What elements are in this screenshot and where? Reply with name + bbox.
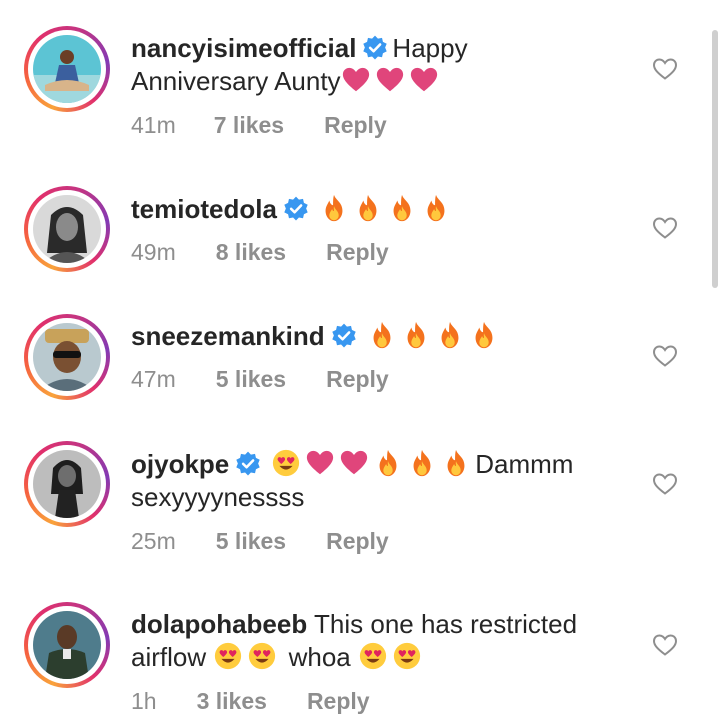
avatar[interactable] <box>24 441 110 527</box>
fire-emoji-icon <box>441 448 471 478</box>
like-heart-icon[interactable] <box>652 633 678 657</box>
likes-count[interactable]: 3 likes <box>197 688 267 715</box>
comment-meta: 47m 5 likes Reply <box>131 366 389 393</box>
verified-badge-icon <box>362 35 388 61</box>
reply-button[interactable]: Reply <box>326 528 389 555</box>
reply-button[interactable]: Reply <box>324 112 387 139</box>
heart-emoji-icon <box>305 448 335 478</box>
heart-eyes-emoji-icon <box>392 641 422 671</box>
avatar-image <box>33 35 101 103</box>
comment-text-line: Anniversary Aunty <box>131 66 341 96</box>
comment-text-line: sexyyyynessss <box>131 482 305 512</box>
heart-emoji-icon <box>409 65 439 95</box>
username[interactable]: ojyokpe <box>131 449 229 479</box>
comment-text: ojyokpe Dammm sexyyyynessss <box>131 448 651 514</box>
like-heart-icon[interactable] <box>652 344 678 368</box>
avatar[interactable] <box>24 26 110 112</box>
comment-text-line: whoa <box>288 642 351 672</box>
avatar-image <box>33 450 101 518</box>
comment-text: dolapohabeeb This one has restricted air… <box>131 608 651 674</box>
heart-eyes-emoji-icon <box>358 641 388 671</box>
like-heart-icon[interactable] <box>652 216 678 240</box>
comment-time: 41m <box>131 112 176 138</box>
fire-emoji-icon <box>401 320 431 350</box>
likes-count[interactable]: 5 likes <box>216 366 286 393</box>
comment-text: temiotedola <box>131 193 651 226</box>
heart-emoji-icon <box>341 65 371 95</box>
avatar-image <box>33 611 101 679</box>
comment-text-line: Happy <box>392 33 468 63</box>
likes-count[interactable]: 5 likes <box>216 528 286 555</box>
comment-time: 47m <box>131 366 176 392</box>
heart-eyes-emoji-icon <box>271 448 301 478</box>
comment-time: 49m <box>131 239 176 265</box>
fire-emoji-icon <box>319 193 349 223</box>
username[interactable]: dolapohabeeb <box>131 609 307 639</box>
comment-meta: 1h 3 likes Reply <box>131 688 370 715</box>
comment-time: 1h <box>131 688 157 714</box>
avatar-image <box>33 323 101 391</box>
username[interactable]: sneezemankind <box>131 321 325 351</box>
fire-emoji-icon <box>353 193 383 223</box>
avatar-image <box>33 195 101 263</box>
comment-meta: 25m 5 likes Reply <box>131 528 389 555</box>
comment-time: 25m <box>131 528 176 554</box>
comment-meta: 49m 8 likes Reply <box>131 239 389 266</box>
fire-emoji-icon <box>435 320 465 350</box>
avatar[interactable] <box>24 314 110 400</box>
avatar[interactable] <box>24 602 110 688</box>
fire-emoji-icon <box>407 448 437 478</box>
username[interactable]: temiotedola <box>131 194 277 224</box>
like-heart-icon[interactable] <box>652 472 678 496</box>
heart-emoji-icon <box>339 448 369 478</box>
username[interactable]: nancyisimeofficial <box>131 33 356 63</box>
fire-emoji-icon <box>373 448 403 478</box>
heart-eyes-emoji-icon <box>213 641 243 671</box>
comment-text: sneezemankind <box>131 320 651 353</box>
like-heart-icon[interactable] <box>652 57 678 81</box>
scrollbar[interactable] <box>712 30 718 288</box>
likes-count[interactable]: 7 likes <box>214 112 284 139</box>
comment-text-line: Dammm <box>475 449 574 479</box>
reply-button[interactable]: Reply <box>307 688 370 715</box>
fire-emoji-icon <box>387 193 417 223</box>
comment-text-line: airflow <box>131 642 207 672</box>
fire-emoji-icon <box>421 193 451 223</box>
comment-meta: 41m 7 likes Reply <box>131 112 387 139</box>
reply-button[interactable]: Reply <box>326 366 389 393</box>
verified-badge-icon <box>283 196 309 222</box>
avatar[interactable] <box>24 186 110 272</box>
likes-count[interactable]: 8 likes <box>216 239 286 266</box>
comment-text-line: This one has restricted <box>314 609 578 639</box>
fire-emoji-icon <box>367 320 397 350</box>
verified-badge-icon <box>331 323 357 349</box>
reply-button[interactable]: Reply <box>326 239 389 266</box>
heart-eyes-emoji-icon <box>247 641 277 671</box>
comment-text: nancyisimeofficial Happy Anniversary Aunt… <box>131 32 651 98</box>
heart-emoji-icon <box>375 65 405 95</box>
verified-badge-icon <box>235 451 261 477</box>
fire-emoji-icon <box>469 320 499 350</box>
